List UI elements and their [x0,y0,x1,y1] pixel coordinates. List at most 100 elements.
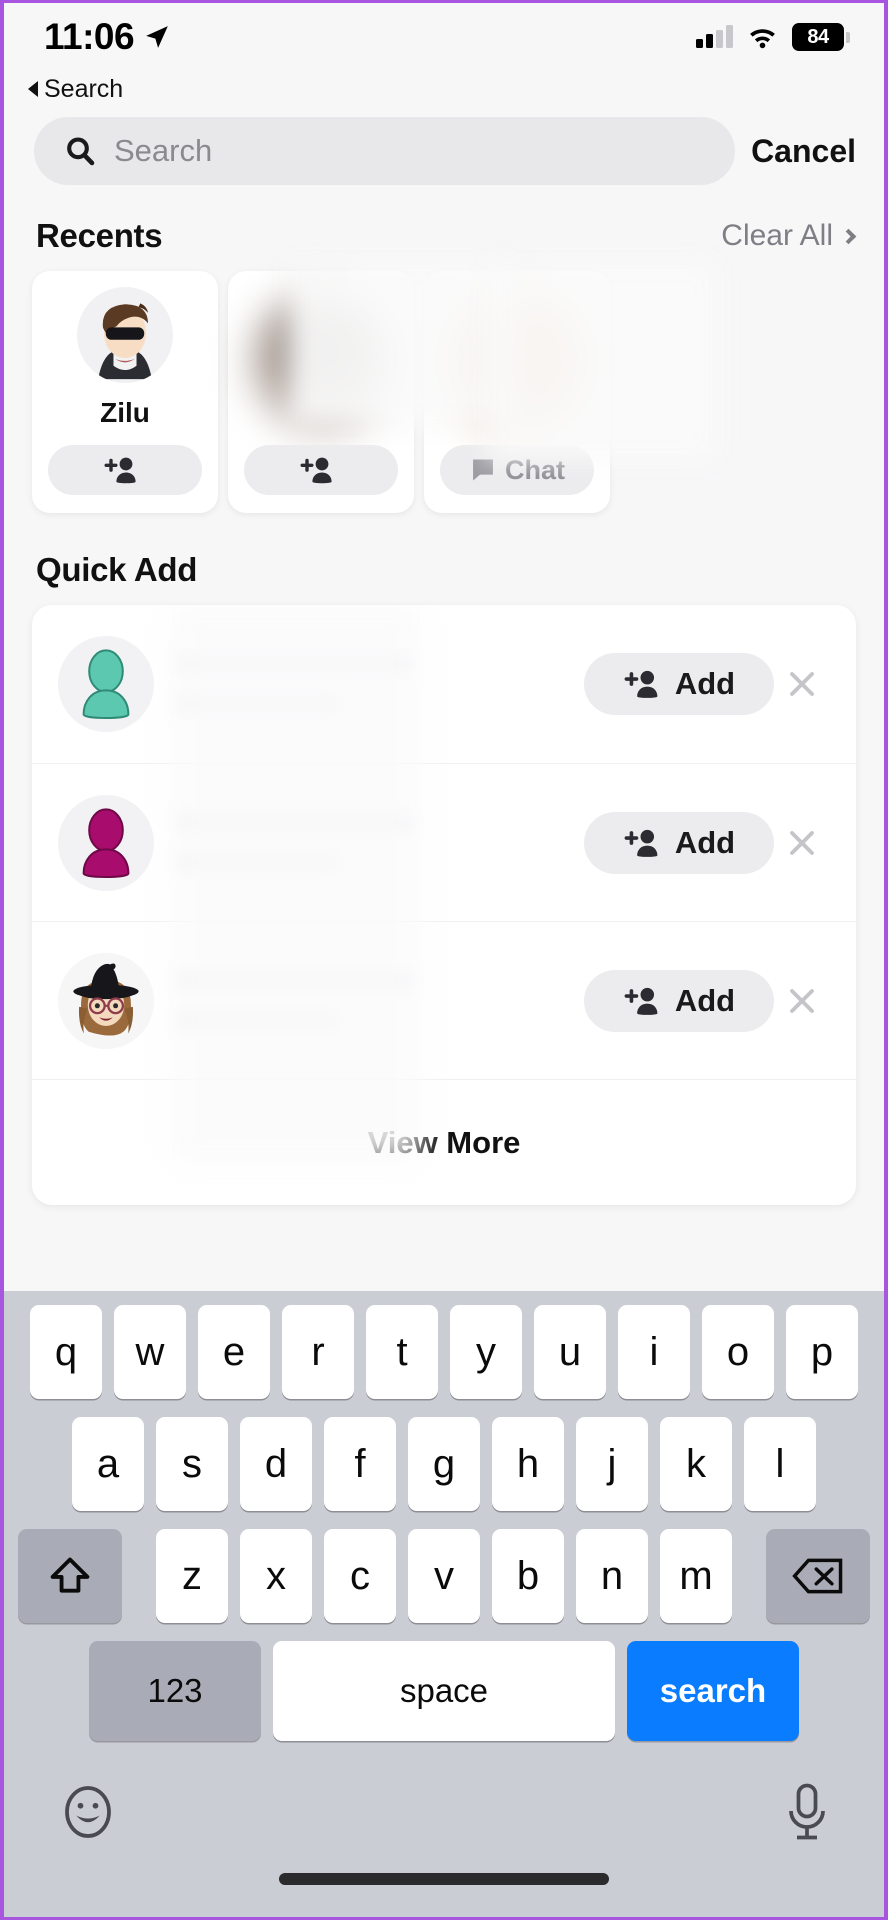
list-item-text [154,970,584,1032]
add-friend-icon [623,826,661,860]
keyboard-row-3: z x c v b n m [4,1529,884,1623]
search-input[interactable]: Search [34,117,735,185]
list-item[interactable]: Add [32,921,856,1079]
status-bar-left: 11:06 [44,16,170,58]
home-indicator[interactable] [4,1873,884,1917]
key-n[interactable]: n [576,1529,648,1623]
on-screen-keyboard: q w e r t y u i o p a s d f g h j k l [4,1291,884,1917]
chat-button[interactable]: Chat [440,445,594,495]
key-h[interactable]: h [492,1417,564,1511]
key-e[interactable]: e [198,1305,270,1399]
key-v[interactable]: v [408,1529,480,1623]
quick-add-title: Quick Add [36,551,197,589]
key-y[interactable]: y [450,1305,522,1399]
key-l[interactable]: l [744,1417,816,1511]
chat-label: Chat [505,455,565,486]
back-label: Search [44,75,123,104]
quick-add-section-header: Quick Add [4,515,884,599]
backspace-key[interactable] [766,1529,870,1623]
status-bar: 11:06 84 [4,3,884,71]
key-t[interactable]: t [366,1305,438,1399]
key-c[interactable]: c [324,1529,396,1623]
emoji-smiley-icon[interactable] [58,1782,118,1842]
view-more-button[interactable]: View More [32,1079,856,1205]
add-friend-button[interactable] [48,445,202,495]
keyboard-row-1: q w e r t y u i o p [4,1305,884,1399]
chat-bubble-icon [469,456,497,484]
phone-screen: 11:06 84 Search Sear [0,0,888,1920]
recents-section-header: Recents Clear All [4,199,884,265]
dismiss-button[interactable] [774,986,830,1016]
key-x[interactable]: x [240,1529,312,1623]
avatar [251,293,391,433]
display-name [180,653,410,675]
bitmoji-sunglasses-icon [77,287,173,383]
add-friend-button[interactable] [244,445,398,495]
add-button[interactable]: Add [584,812,774,874]
key-s[interactable]: s [156,1417,228,1511]
key-a[interactable]: a [72,1417,144,1511]
space-key[interactable]: space [273,1641,615,1741]
clear-all-button[interactable]: Clear All [721,219,854,253]
search-return-key[interactable]: search [627,1641,799,1741]
key-z[interactable]: z [156,1529,228,1623]
key-i[interactable]: i [618,1305,690,1399]
list-item[interactable]: Add [32,605,856,763]
dismiss-button[interactable] [774,828,830,858]
keyboard-row-4: 123 space search [4,1641,884,1741]
chevron-right-icon [841,228,857,244]
key-f[interactable]: f [324,1417,396,1511]
display-name [180,812,410,834]
username [180,1010,340,1032]
key-g[interactable]: g [408,1417,480,1511]
recents-card-list[interactable]: Zilu Kl [4,265,884,515]
battery-indicator: 84 [792,23,844,51]
key-u[interactable]: u [534,1305,606,1399]
microphone-icon[interactable] [784,1782,830,1842]
back-triangle-icon [28,81,38,97]
backspace-icon [792,1556,844,1596]
status-bar-right: 84 [696,23,844,51]
recents-card[interactable]: Zilu [32,271,218,513]
key-w[interactable]: w [114,1305,186,1399]
location-arrow-icon [144,24,170,50]
display-name [180,970,410,992]
shift-arrow-icon [48,1553,92,1599]
add-button[interactable]: Add [584,970,774,1032]
add-label: Add [675,983,735,1019]
cellular-signal-icon [696,26,733,48]
back-button[interactable]: Search [4,71,884,107]
key-k[interactable]: k [660,1417,732,1511]
username [180,693,340,715]
avatar [58,795,154,891]
recents-card[interactable]: Chat [424,271,610,513]
list-item-text [154,653,584,715]
list-item-text [154,812,584,874]
recents-card[interactable]: Kl [228,271,414,513]
username [180,852,340,874]
dismiss-button[interactable] [774,669,830,699]
quick-add-list: Add [32,605,856,1205]
list-item[interactable]: Add [32,763,856,921]
key-d[interactable]: d [240,1417,312,1511]
numbers-key[interactable]: 123 [89,1641,261,1741]
key-m[interactable]: m [660,1529,732,1623]
add-label: Add [675,666,735,702]
key-q[interactable]: q [30,1305,102,1399]
avatar [58,953,154,1049]
key-j[interactable]: j [576,1417,648,1511]
clear-all-label: Clear All [721,219,833,253]
key-o[interactable]: o [702,1305,774,1399]
add-button[interactable]: Add [584,653,774,715]
avatar [58,636,154,732]
key-b[interactable]: b [492,1529,564,1623]
bitmoji-witch-icon [58,953,154,1049]
close-x-icon [787,669,817,699]
battery-level-text: 84 [807,26,828,49]
key-r[interactable]: r [282,1305,354,1399]
shift-key[interactable] [18,1529,122,1623]
cancel-button[interactable]: Cancel [751,133,862,170]
recents-title: Recents [36,217,162,255]
add-friend-icon [299,454,335,486]
key-p[interactable]: p [786,1305,858,1399]
